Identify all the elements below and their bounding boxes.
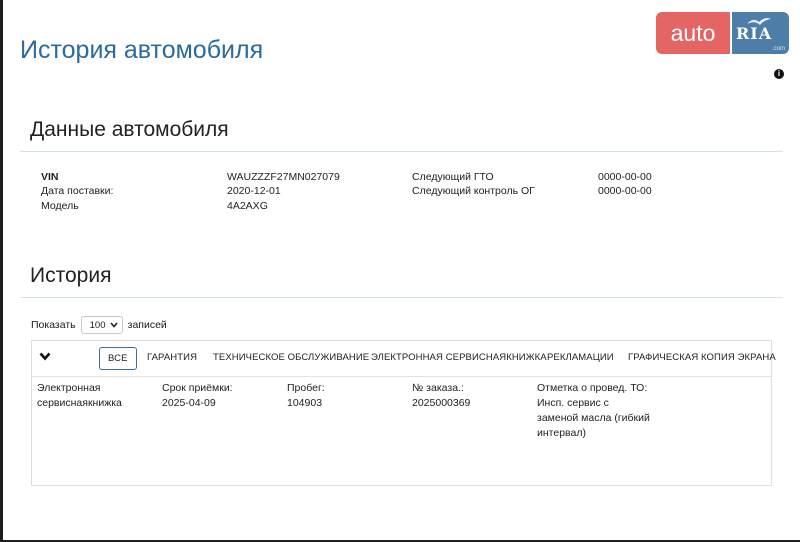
autoria-logo[interactable]: auto RIA .com: [656, 12, 789, 54]
model-label: Модель: [41, 200, 79, 212]
tab-all[interactable]: ВСЕ: [99, 347, 137, 370]
car-data-divider: [20, 151, 783, 152]
entry-type: Электронная сервиснаякнижка: [37, 382, 122, 409]
next-emission-check-value: 0000-00-00: [598, 185, 652, 197]
model-value: 4A2AXG: [227, 200, 268, 212]
entry-note: Отметка о провед. ТО: Инсп. сервис с зам…: [537, 381, 652, 441]
entry-order: № заказа.: 2025000369: [412, 381, 470, 411]
history-panel: ВСЕ ГАРАНТИЯ ТЕХНИЧЕСКОЕ ОБСЛУЖИВАНИЕ ЭЛ…: [31, 340, 776, 486]
history-divider: [20, 297, 783, 298]
window-left-edge: [0, 0, 3, 542]
collapse-chevron-icon[interactable]: [39, 352, 51, 361]
next-inspection-label: Следующий ГТО: [412, 171, 494, 183]
vin-label: VIN: [41, 171, 59, 183]
entry-date-value: 2025-04-09: [162, 397, 216, 409]
entry-date-label: Срок приёмки:: [162, 382, 233, 394]
history-tabs: ВСЕ ГАРАНТИЯ ТЕХНИЧЕСКОЕ ОБСЛУЖИВАНИЕ ЭЛ…: [32, 341, 776, 377]
vin-value: WAUZZZF27MN027079: [227, 171, 340, 183]
entry-mileage: Пробег: 104903: [287, 381, 325, 411]
logo-auto-text: auto: [656, 12, 730, 54]
delivery-date-value: 2020-12-01: [227, 185, 281, 197]
entry-note-label: Отметка о провед. ТО:: [537, 382, 648, 394]
tab-claims[interactable]: РЕКЛАМАЦИИ: [547, 352, 614, 363]
show-label: Показать: [31, 319, 76, 331]
entry-date: Срок приёмки: 2025-04-09: [162, 381, 233, 411]
info-icon[interactable]: i: [774, 69, 784, 79]
page-size-select[interactable]: 100: [80, 316, 123, 334]
entry-mileage-label: Пробег:: [287, 382, 325, 394]
page-size-value: 100: [89, 319, 106, 331]
history-title: История: [30, 264, 112, 287]
car-data-title: Данные автомобиля: [30, 118, 229, 141]
next-emission-check-label: Следующий контроль ОГ: [412, 185, 535, 197]
records-label: записей: [127, 319, 167, 331]
tab-maintenance[interactable]: ТЕХНИЧЕСКОЕ ОБСЛУЖИВАНИЕ: [213, 352, 369, 363]
chevron-down-icon: [110, 322, 118, 328]
logo-ria-text: RIA: [736, 24, 773, 43]
entry-order-label: № заказа.:: [412, 382, 464, 394]
delivery-date-label: Дата поставки:: [41, 185, 114, 197]
tab-electronic-service-book[interactable]: ЭЛЕКТРОННАЯ СЕРВИСНАЯКНИЖКА: [371, 352, 547, 363]
next-inspection-value: 0000-00-00: [598, 171, 652, 183]
tab-screen-copy[interactable]: ГРАФИЧЕСКАЯ КОПИЯ ЭКРАНА: [628, 352, 776, 363]
entry-mileage-value: 104903: [287, 397, 323, 409]
page-size-control: Показать 100 записей: [31, 316, 167, 334]
logo-ria-block: RIA .com: [732, 12, 789, 54]
entry-order-value: 2025000369: [412, 397, 471, 409]
logo-ria-sub: .com: [771, 46, 785, 52]
tab-warranty[interactable]: ГАРАНТИЯ: [147, 352, 197, 363]
entry-note-value: Инсп. сервис с заменой масла (гибкий инт…: [537, 397, 650, 439]
page-title: История автомобиля: [20, 36, 264, 64]
